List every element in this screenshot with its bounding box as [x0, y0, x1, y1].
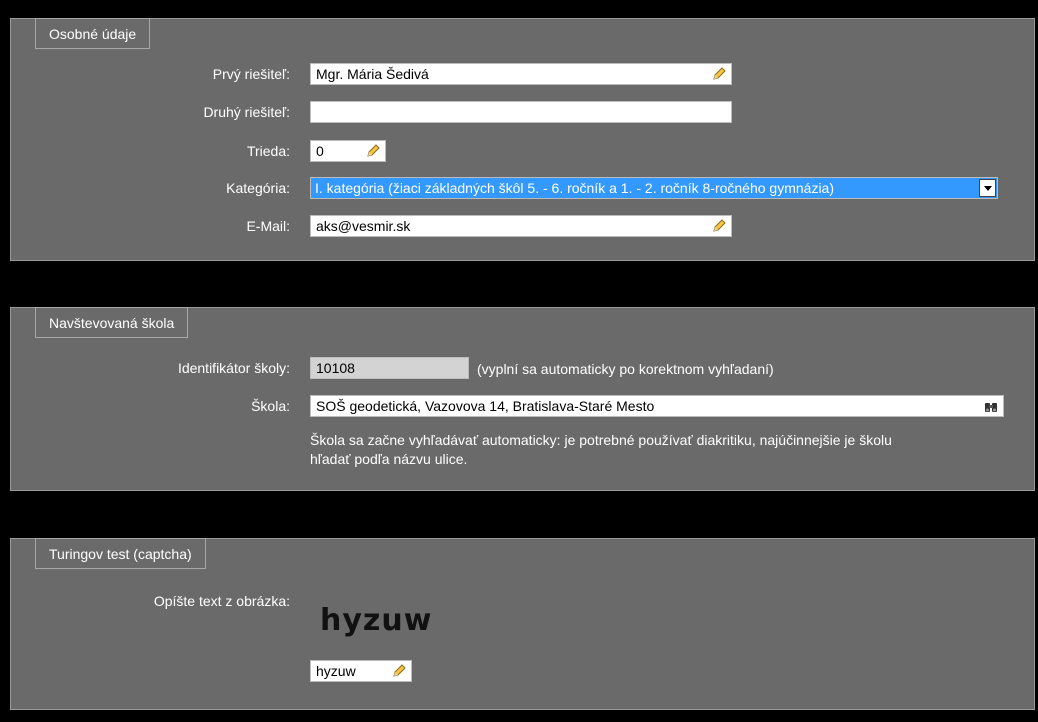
captcha-field[interactable]: hyzuw	[310, 660, 412, 682]
class-value: 0	[316, 143, 324, 159]
captcha-image: hyzuw	[320, 603, 432, 638]
school-id-field: 10108	[310, 357, 469, 379]
school-section: Navštevovaná škola Identifikátor školy: …	[10, 307, 1035, 491]
school-search-field[interactable]: SOŠ geodetická, Vazovova 14, Bratislava-…	[310, 395, 1004, 417]
class-field[interactable]: 0	[310, 140, 386, 162]
school-id-hint: (vyplní sa automaticky po korektnom vyhľ…	[477, 361, 774, 377]
captcha-section: Turingov test (captcha) Opíšte text z ob…	[10, 538, 1035, 710]
captcha-legend: Turingov test (captcha)	[35, 538, 206, 569]
first-solver-field[interactable]: Mgr. Mária Šedivá	[310, 63, 732, 85]
chevron-down-icon[interactable]	[979, 179, 996, 197]
pencil-icon[interactable]	[711, 66, 727, 82]
email-field[interactable]: aks@vesmir.sk	[310, 215, 732, 237]
class-label: Trieda:	[246, 143, 290, 159]
school-value: SOŠ geodetická, Vazovova 14, Bratislava-…	[316, 398, 655, 414]
first-solver-value: Mgr. Mária Šedivá	[316, 66, 429, 82]
personal-info-section: Osobné údaje Prvý riešiteľ: Mgr. Mária Š…	[10, 18, 1035, 261]
category-select[interactable]: I. kategória (žiaci základných škôl 5. -…	[310, 177, 998, 199]
category-label: Kategória:	[226, 180, 290, 196]
binoculars-icon[interactable]	[983, 399, 999, 415]
email-value: aks@vesmir.sk	[316, 218, 411, 234]
captcha-image-text: hyzuw	[320, 603, 433, 638]
second-solver-label: Druhý riešiteľ:	[203, 104, 290, 120]
captcha-input-value: hyzuw	[316, 663, 356, 679]
first-solver-label: Prvý riešiteľ:	[212, 66, 290, 82]
pencil-icon[interactable]	[391, 663, 407, 679]
school-legend: Navštevovaná škola	[35, 307, 189, 338]
pencil-icon[interactable]	[365, 143, 381, 159]
school-note-line2: hľadať podľa názvu ulice.	[310, 451, 468, 467]
pencil-icon[interactable]	[711, 218, 727, 234]
school-id-label: Identifikátor školy:	[177, 360, 290, 376]
second-solver-field[interactable]	[310, 101, 732, 123]
category-value: I. kategória (žiaci základných škôl 5. -…	[315, 180, 835, 196]
school-note-line1: Škola sa začne vyhľadávať automaticky: j…	[310, 432, 892, 448]
school-label: Škola:	[251, 398, 290, 414]
school-id-value: 10108	[316, 360, 355, 376]
email-label: E-Mail:	[246, 218, 290, 234]
personal-info-legend: Osobné údaje	[35, 18, 151, 49]
captcha-label: Opíšte text z obrázka:	[153, 593, 290, 609]
